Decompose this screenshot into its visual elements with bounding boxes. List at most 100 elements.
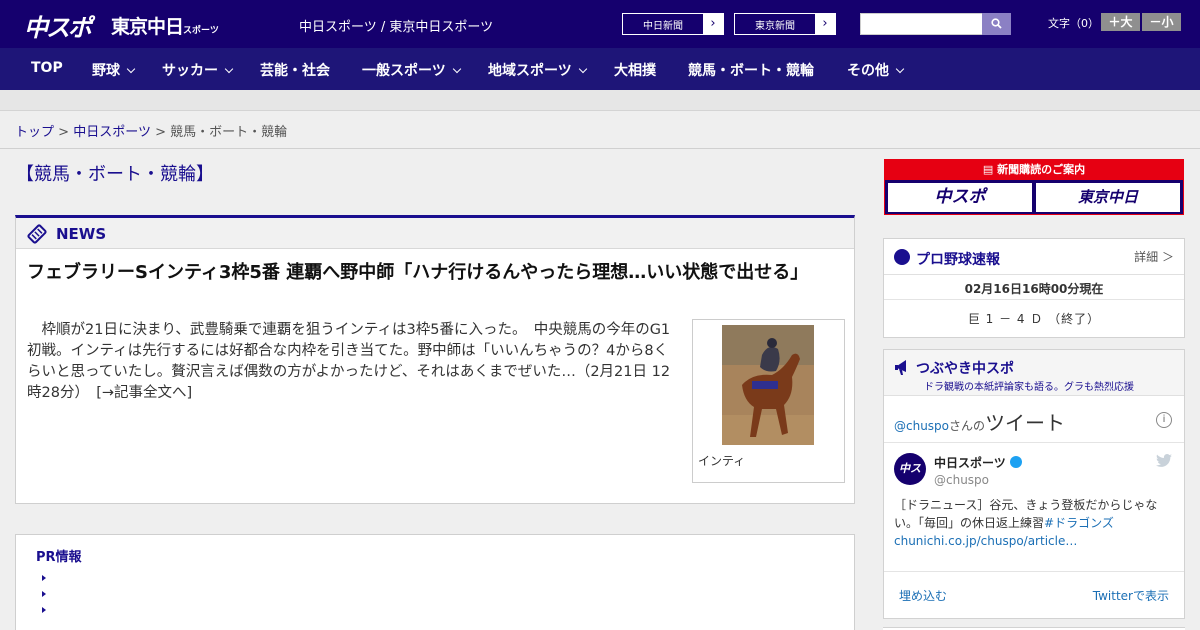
nav-label: TOP: [31, 60, 63, 76]
tweet-account-name[interactable]: 中日スポーツ: [934, 454, 1022, 471]
pr-title: PR情報: [36, 550, 82, 565]
baseball-icon: [894, 249, 910, 265]
bullet-icon: [42, 575, 46, 581]
avatar[interactable]: 中スポ: [894, 453, 926, 507]
photo-caption: インティ: [698, 454, 746, 468]
breadcrumb-separator: >: [155, 125, 166, 140]
chevron-down-icon: [224, 64, 234, 74]
divider: [0, 148, 1200, 149]
bullet-icon: [42, 591, 46, 597]
tweet-account-handle[interactable]: @chuspo: [934, 473, 989, 487]
breadcrumb: トップ > 中日スポーツ > 競馬・ボート・競輪: [15, 121, 287, 140]
site-button-label: 東京新聞: [755, 21, 795, 32]
twitter-bird-icon[interactable]: [1156, 454, 1172, 468]
site-names: 中日スポーツ / 東京中日スポーツ: [299, 20, 494, 35]
chuspo-subscribe-logo[interactable]: 中スポ: [888, 183, 1032, 212]
main-nav: TOP 野球 サッカー 芸能・社会 一般スポーツ 地域スポーツ 大相撲 競馬・ボ…: [0, 48, 1200, 90]
twitter-widget-header: つぶやき中スポ ドラ観戦の本紙評論家も語る。グラも熱烈応援: [884, 350, 1184, 396]
baseball-title: プロ野球速報: [916, 252, 1000, 268]
page-title: 【競馬・ボート・競輪】: [16, 164, 214, 185]
site-button-label: 中日新聞: [643, 21, 683, 32]
horse-photo: [722, 325, 814, 445]
news-section: NEWS フェブラリーSインティ3枠5番 連覇へ野中師「ハナ行けるんやったら理想…: [15, 215, 855, 504]
search-icon: [991, 18, 1002, 29]
chevron-right-icon: ›: [815, 14, 835, 34]
breadcrumb-top[interactable]: トップ: [15, 125, 54, 140]
tweet-text[interactable]: ［ドラニュース］谷元、きょう登板だからじゃない。「毎回」の休日返上練習#ドラゴン…: [894, 496, 1176, 550]
megaphone-icon: [895, 360, 906, 375]
subscription-title: ▤ 新聞購読のご案内: [885, 160, 1183, 180]
tokyo-logo-small: スポーツ: [183, 26, 219, 36]
verified-icon: [1009, 456, 1022, 468]
newspaper-icon: ▤: [982, 163, 994, 176]
account-name-text: 中日スポーツ: [934, 456, 1006, 470]
nav-label: 芸能・社会: [260, 63, 330, 79]
tweet-link[interactable]: chunichi.co.jp/chuspo/article…: [894, 534, 1077, 548]
nav-label: 一般スポーツ: [362, 63, 446, 79]
nav-label: 地域スポーツ: [488, 63, 572, 79]
nav-item-baseball[interactable]: 野球: [92, 60, 136, 80]
top-header: 中スポ 東京中日スポーツ 中日スポーツ / 東京中日スポーツ 中日新聞 › 東京…: [0, 0, 1200, 48]
nav-item-entertainment[interactable]: 芸能・社会: [260, 60, 330, 80]
search-button[interactable]: [982, 13, 1011, 35]
nav-label: 競馬・ボート・競輪: [688, 63, 814, 79]
font-size-label: 文字（0）: [1048, 17, 1099, 30]
breadcrumb-separator: >: [58, 125, 70, 140]
chevron-down-icon: [452, 64, 461, 74]
breadcrumb-current: 競馬・ボート・競輪: [170, 125, 288, 140]
divider: [884, 299, 1184, 300]
nav-item-top[interactable]: TOP: [31, 60, 63, 76]
chevron-down-icon: [126, 64, 136, 74]
chevron-right-icon: ›: [703, 14, 723, 34]
tweets-handle-suffix: さんの: [949, 419, 986, 433]
news-header: NEWS: [16, 218, 854, 249]
tweet-hashtag[interactable]: #ドラゴンズ: [1044, 516, 1114, 530]
font-smaller-button[interactable]: －小: [1142, 13, 1181, 31]
tweets-handle-link[interactable]: @chuspo: [894, 419, 949, 433]
nav-item-soccer[interactable]: サッカー: [162, 60, 234, 80]
nav-item-sumo[interactable]: 大相撲: [614, 60, 656, 80]
nav-item-other[interactable]: その他: [847, 60, 905, 80]
nav-item-local-sports[interactable]: 地域スポーツ: [488, 60, 587, 80]
tweet-body: ［ドラニュース］谷元、きょう登板だからじゃない。「毎回」の休日返上練習: [894, 498, 1158, 530]
nav-item-racing[interactable]: 競馬・ボート・競輪: [688, 60, 814, 80]
embed-link[interactable]: 埋め込む: [899, 587, 947, 604]
view-on-twitter-link[interactable]: Twitterで表示: [1093, 587, 1169, 604]
tokyo-logo-text: 東京中日: [111, 16, 184, 38]
twitter-widget: つぶやき中スポ ドラ観戦の本紙評論家も語る。グラも熱烈応援 @chuspoさんの…: [883, 349, 1185, 619]
subscription-title-text: 新聞購読のご案内: [997, 163, 1086, 176]
tokyo-shimbun-button[interactable]: 東京新聞 ›: [734, 13, 836, 35]
tweets-by-header: @chuspoさんのツイート: [894, 407, 1065, 436]
chuspo-logo[interactable]: 中スポ: [24, 8, 92, 43]
search-input[interactable]: [860, 13, 983, 35]
nav-label: 野球: [92, 63, 120, 79]
nav-label: 大相撲: [614, 63, 656, 79]
bullet-icon: [42, 607, 46, 613]
tokyo-subscribe-logo[interactable]: 東京中日: [1036, 183, 1180, 212]
info-icon[interactable]: i: [1156, 412, 1172, 428]
chevron-down-icon: [895, 64, 905, 74]
breadcrumb-chunichi-sports[interactable]: 中日スポーツ: [73, 125, 151, 140]
pr-section: PR情報: [15, 534, 855, 630]
twitter-widget-subtitle: ドラ観戦の本紙評論家も語る。グラも熱烈応援: [924, 382, 1134, 393]
nav-label: その他: [847, 63, 889, 79]
baseball-score[interactable]: 巨 1 － 4 Ｄ （終了）: [884, 310, 1184, 327]
nav-item-general-sports[interactable]: 一般スポーツ: [362, 60, 461, 80]
divider: [884, 571, 1184, 572]
font-larger-button[interactable]: ＋大: [1101, 13, 1140, 31]
header-strip: [0, 90, 1200, 111]
news-label: NEWS: [56, 225, 107, 243]
subscription-banner[interactable]: ▤ 新聞購読のご案内 中スポ 東京中日: [884, 159, 1184, 215]
tweets-label: ツイート: [985, 411, 1066, 435]
baseball-detail-link[interactable]: 詳細 ＞: [1134, 248, 1174, 265]
chevron-down-icon: [578, 64, 587, 74]
baseball-time: 02月16日16時00分現在: [964, 282, 1104, 296]
news-headline[interactable]: フェブラリーSインティ3枠5番 連覇へ野中師「ハナ行けるんやったら理想…いい状態…: [27, 260, 817, 285]
tokyo-chunichi-logo[interactable]: 東京中日スポーツ: [111, 12, 219, 39]
news-photo[interactable]: インティ: [692, 319, 845, 483]
chunichi-shimbun-button[interactable]: 中日新聞 ›: [622, 13, 724, 35]
news-summary[interactable]: 枠順が21日に決まり、武豊騎乗で連覇を狙うインティは3枠5番に入った。 中央競馬…: [27, 320, 677, 404]
nav-label: サッカー: [162, 63, 218, 79]
tag-icon: [27, 224, 47, 244]
divider: [884, 442, 1184, 443]
